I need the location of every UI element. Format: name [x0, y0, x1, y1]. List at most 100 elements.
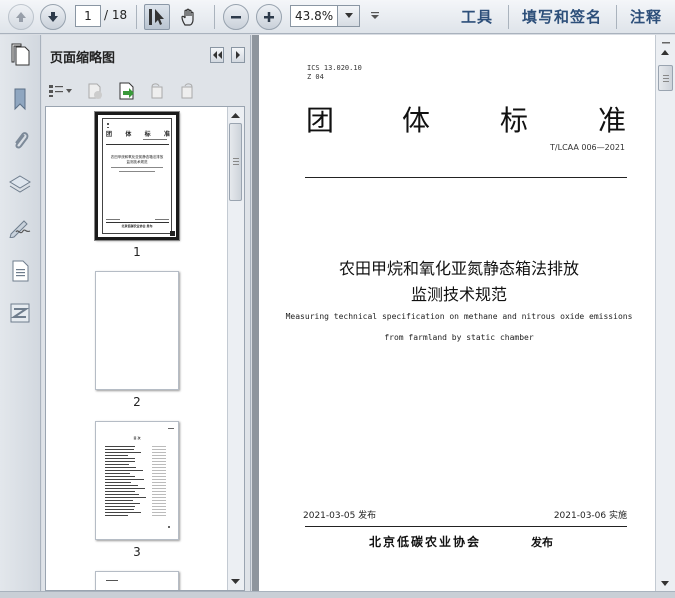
thumb-toc-line: [105, 491, 135, 492]
thumb-toc-dots: [152, 449, 166, 450]
comment-link[interactable]: 注释: [630, 6, 662, 27]
paperclip-icon: [15, 132, 29, 149]
insert-pages-button[interactable]: [116, 80, 138, 102]
rotate-ccw-button[interactable]: [146, 80, 168, 102]
footer-rule: [305, 526, 627, 527]
minus-icon: [231, 16, 241, 19]
select-tool-button[interactable]: [144, 4, 170, 30]
thumb-rule: [106, 222, 169, 223]
chevron-right-icon: [236, 51, 240, 59]
arrow-down-icon: [48, 12, 58, 22]
document-view[interactable]: ICS 13.020.10 Z 04 团 体 标 准 T/LCAA 006—20…: [252, 35, 675, 591]
thumb-toc-line: [105, 500, 133, 501]
options-list-icon: [49, 85, 72, 97]
thumbnail-label: 2: [133, 395, 141, 409]
layers-button[interactable]: [6, 170, 34, 198]
chevron-down-icon: [344, 13, 353, 18]
thumb-toc-line: [105, 449, 134, 450]
thumb-toc-line: [105, 509, 134, 510]
thumbnail-page-2[interactable]: [95, 271, 179, 390]
select-cursor-icon: [149, 9, 164, 25]
thumbnail-page-1[interactable]: 团 体 标 准 农田甲烷和氧化亚氮静态箱法排放 监测技术规范 北京低碳农业协会 …: [94, 111, 180, 241]
zoom-in-button[interactable]: [256, 4, 282, 30]
toolbar-divider: [508, 5, 509, 29]
toolbar-options-button[interactable]: [370, 10, 380, 24]
panel-header: 页面缩略图: [42, 35, 251, 75]
delete-pages-button[interactable]: [84, 80, 106, 102]
thumbnail-scroll-thumb[interactable]: [229, 123, 242, 201]
thumb-toc-line: [105, 461, 135, 462]
thumbnail-list[interactable]: 团 体 标 准 农田甲烷和氧化亚氮静态箱法排放 监测技术规范 北京低碳农业协会 …: [45, 106, 245, 591]
document-page: ICS 13.020.10 Z 04 团 体 标 准 T/LCAA 006—20…: [259, 35, 659, 591]
thumb-toc-dots: [152, 452, 166, 453]
zoom-level-input[interactable]: 43.8%: [290, 5, 338, 27]
title-char: 标: [500, 104, 529, 137]
next-page-button[interactable]: [40, 4, 66, 30]
publish-label: 发布: [531, 536, 553, 549]
scroll-down-icon: [661, 581, 669, 586]
thumb-toc-dots: [152, 485, 166, 486]
thumb-toc-line: [105, 512, 141, 513]
thumbnail-toolbar: [42, 77, 251, 105]
title-char: 体: [402, 104, 431, 137]
collapse-panel-button[interactable]: [210, 47, 224, 63]
toolbar-divider: [616, 5, 617, 29]
thumb-toc-line: [105, 470, 143, 471]
zoom-out-button[interactable]: [223, 4, 249, 30]
chinese-title-line-1: 农田甲烷和氧化亚氮静态箱法排放: [338, 259, 579, 278]
page-total: / 18: [104, 8, 128, 22]
thumbnail-page-3[interactable]: 目 次: [95, 421, 179, 540]
thumb-toc-dots: [152, 506, 166, 507]
thumb-toc-line: [105, 482, 131, 483]
english-title-line-1: Measuring technical specification on met…: [285, 312, 633, 321]
bookmarks-button[interactable]: [6, 85, 34, 113]
signature-icon: [9, 220, 31, 238]
tools-link[interactable]: 工具: [461, 6, 493, 27]
title-char: 准: [598, 104, 627, 137]
zoom-dropdown-button[interactable]: [338, 5, 360, 27]
panel-title: 页面缩略图: [50, 51, 116, 66]
thumb-toc-dots: [152, 500, 166, 501]
thumbnail-scrollbar[interactable]: [227, 107, 244, 590]
thumbnail-page-4[interactable]: [95, 571, 179, 590]
signatures-button[interactable]: [6, 213, 34, 241]
thumbnail-label: 3: [133, 545, 141, 559]
thumb-toc-dots: [152, 512, 166, 513]
layers-icon: [9, 175, 31, 193]
z-code: Z 04: [307, 73, 324, 81]
double-chevron-left-icon: [213, 51, 222, 59]
thumb-toc-line: [105, 515, 128, 516]
status-strip: [0, 591, 675, 598]
thumb-toc-line: [105, 473, 130, 474]
english-title-line-2: from farmland by static chamber: [384, 333, 534, 342]
document-scroll-thumb[interactable]: [658, 65, 673, 91]
implement-date: 2021-03-06 实施: [553, 511, 627, 521]
compare-button[interactable]: [6, 299, 34, 327]
previous-page-button[interactable]: [8, 4, 34, 30]
delete-page-icon: [88, 83, 102, 99]
document-scrollbar[interactable]: [655, 35, 675, 591]
page-number-input[interactable]: 1: [75, 5, 101, 27]
content-button[interactable]: [6, 257, 34, 285]
thumbnail-options-button[interactable]: [46, 80, 74, 102]
expand-panel-button[interactable]: [231, 47, 245, 63]
fill-sign-link[interactable]: 填写和签名: [522, 6, 602, 27]
document-icon: [12, 260, 29, 282]
rotate-right-icon: [181, 83, 193, 99]
rotate-cw-button[interactable]: [176, 80, 198, 102]
thumb-toc-dots: [152, 470, 166, 471]
thumb-title-char: 准: [163, 131, 170, 138]
thumb-toc-dots: [152, 455, 166, 456]
thumb-toc-dots: [152, 482, 166, 483]
thumb-z-mark: [107, 127, 109, 128]
hand-tool-button[interactable]: [176, 4, 202, 30]
bookmark-icon: [14, 88, 26, 111]
attachments-button[interactable]: [6, 127, 34, 155]
navigation-bar: [0, 35, 41, 598]
rotate-left-icon: [151, 83, 163, 99]
thumb-toc-line: [105, 452, 141, 453]
thumb-header-mark: [168, 428, 174, 429]
thumb-title-char: 团: [106, 131, 113, 138]
thumb-date-line: [106, 219, 120, 220]
compare-icon: [10, 303, 30, 323]
